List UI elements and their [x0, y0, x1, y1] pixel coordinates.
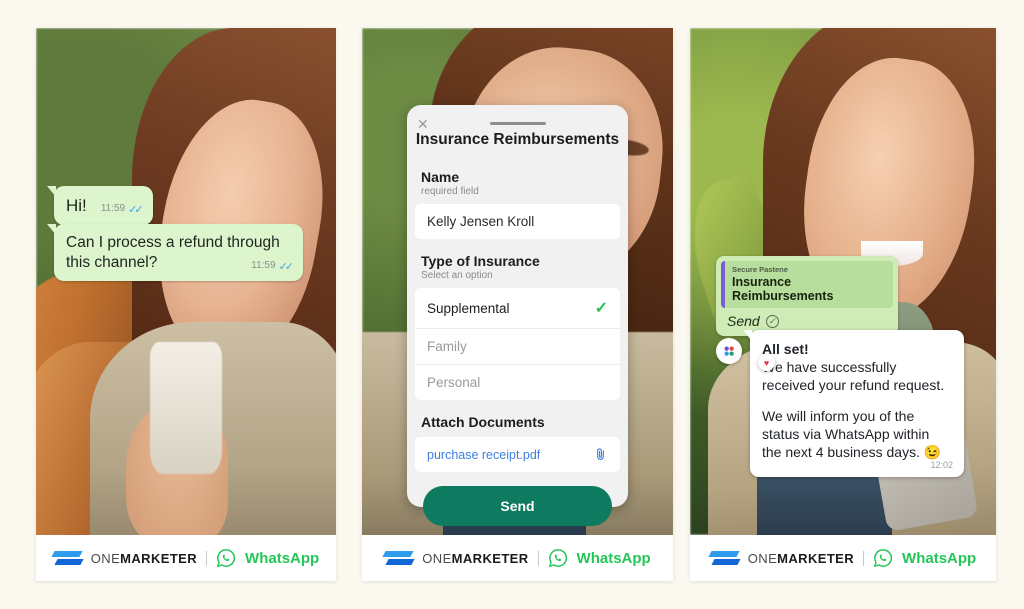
reply-lead: All set! [762, 341, 809, 357]
quoted-form-bubble[interactable]: Secure Pastene Insurance Reimbursements … [716, 256, 898, 336]
message-text: Can I process a refund through this chan… [66, 234, 280, 271]
whatsapp-icon [873, 549, 893, 568]
footer-divider [537, 550, 539, 566]
message-time: 11:59 [251, 260, 276, 272]
whatsapp-icon [216, 549, 236, 568]
check-circle-icon: ✓ [765, 314, 779, 328]
form-title: Insurance Reimbursements [415, 131, 620, 148]
option-personal[interactable]: Personal [415, 365, 620, 400]
quote-source: Secure Pastene [732, 265, 788, 274]
brand-footer: ONEMARKETER WhatsApp [690, 535, 996, 581]
whatsapp-label: WhatsApp [902, 549, 977, 567]
onemarketer-arrows-icon [51, 551, 84, 565]
panel2-photo: ✕ Insurance Reimbursements Name required… [362, 28, 673, 535]
paperclip-icon[interactable] [593, 447, 608, 462]
reply-line-1: We have successfully received your refun… [762, 359, 945, 394]
option-family[interactable]: Family [415, 329, 620, 365]
option-supplemental[interactable]: Supplemental ✓ [415, 288, 620, 329]
quote-content: Secure Pastene Insurance Reimbursements [721, 261, 893, 308]
close-icon[interactable]: ✕ [417, 117, 429, 131]
onemarketer-wordmark: ONEMARKETER [748, 551, 854, 566]
brand-name-bold: MARKETER [120, 550, 198, 566]
name-field-hint: required field [421, 186, 479, 197]
attach-field-label: Attach Documents [421, 414, 545, 430]
attachment-file-name: purchase receipt.pdf [427, 447, 541, 462]
brand-name-light: ONE [90, 550, 121, 566]
reply-spacer [762, 395, 952, 407]
option-label: Family [427, 339, 467, 354]
quote-title: Insurance Reimbursements [732, 275, 834, 303]
onemarketer-arrows-icon [708, 551, 741, 565]
brand-name-light: ONE [747, 550, 778, 566]
bubble-tail [47, 186, 56, 197]
bubble-tail [743, 330, 752, 341]
chat-conversation-panel: Hi! 11:59 ✓✓ Can I process a refund thro… [36, 28, 336, 581]
brand-name-bold: MARKETER [777, 550, 855, 566]
confirmation-panel: Secure Pastene Insurance Reimbursements … [690, 28, 996, 581]
chat-bubble[interactable]: Hi! 11:59 ✓✓ [47, 186, 153, 225]
coffee-cup [150, 342, 222, 475]
panel1-photo: Hi! 11:59 ✓✓ Can I process a refund thro… [36, 28, 336, 535]
quote-action: Send ✓ [721, 308, 893, 331]
insurance-options: Supplemental ✓ Family Personal [415, 288, 620, 400]
reply-bubble[interactable]: All set! We have successfully received y… [743, 330, 964, 478]
whatsapp-icon [548, 549, 567, 568]
form-header: ✕ Insurance Reimbursements [407, 115, 628, 155]
bubble-tail [47, 224, 56, 235]
screenshot-stage: Hi! 11:59 ✓✓ Can I process a refund thro… [0, 0, 1024, 609]
onemarketer-arrows-icon [382, 551, 415, 565]
whatsapp-label: WhatsApp [576, 549, 651, 567]
onemarketer-wordmark: ONEMARKETER [91, 551, 197, 566]
option-label: Supplemental [427, 300, 510, 316]
onemarketer-wordmark: ONEMARKETER [422, 551, 528, 566]
drag-handle-icon[interactable] [489, 122, 546, 125]
check-icon: ✓ [594, 300, 608, 317]
read-ticks-icon: ✓✓ [278, 260, 295, 273]
send-button[interactable]: Send [423, 486, 612, 526]
name-input[interactable]: Kelly Jensen Kroll [415, 204, 620, 239]
brand-footer: ONEMARKETER WhatsApp [36, 535, 336, 581]
heart-reaction-icon[interactable]: ♥ [758, 354, 775, 371]
brand-name-light: ONE [422, 550, 452, 566]
message-text: Hi! [66, 196, 87, 215]
insurance-field-label: Type of Insurance [421, 253, 540, 269]
form-body: Name required field Kelly Jensen Kroll T… [407, 155, 628, 526]
form-sheet: ✕ Insurance Reimbursements Name required… [407, 105, 628, 526]
option-label: Personal [427, 375, 481, 390]
group-avatar-icon[interactable] [716, 338, 742, 364]
whatsapp-label: WhatsApp [245, 549, 320, 567]
message-time: 12:02 [930, 460, 953, 471]
message-meta: 11:59 ✓✓ [100, 203, 144, 217]
chat-bubble[interactable]: Can I process a refund through this chan… [47, 224, 303, 281]
name-field-label: Name [421, 169, 460, 185]
reply-line-2: We will inform you of the status via Wha… [762, 407, 942, 460]
read-ticks-icon: ✓✓ [128, 203, 144, 216]
footer-divider [863, 550, 865, 566]
message-time: 11:59 [100, 203, 126, 215]
insurance-field-hint: Select an option [421, 270, 493, 281]
footer-divider [206, 550, 208, 566]
attachment-row[interactable]: purchase receipt.pdf [415, 437, 620, 472]
brand-name-bold: MARKETER [451, 550, 529, 566]
quote-action-label: Send [727, 313, 760, 329]
panel3-photo: Secure Pastene Insurance Reimbursements … [690, 28, 996, 535]
brand-footer: ONEMARKETER WhatsApp [362, 535, 673, 581]
message-meta: 11:59 ✓✓ [251, 260, 295, 274]
insurance-form-panel: ✕ Insurance Reimbursements Name required… [362, 28, 673, 581]
